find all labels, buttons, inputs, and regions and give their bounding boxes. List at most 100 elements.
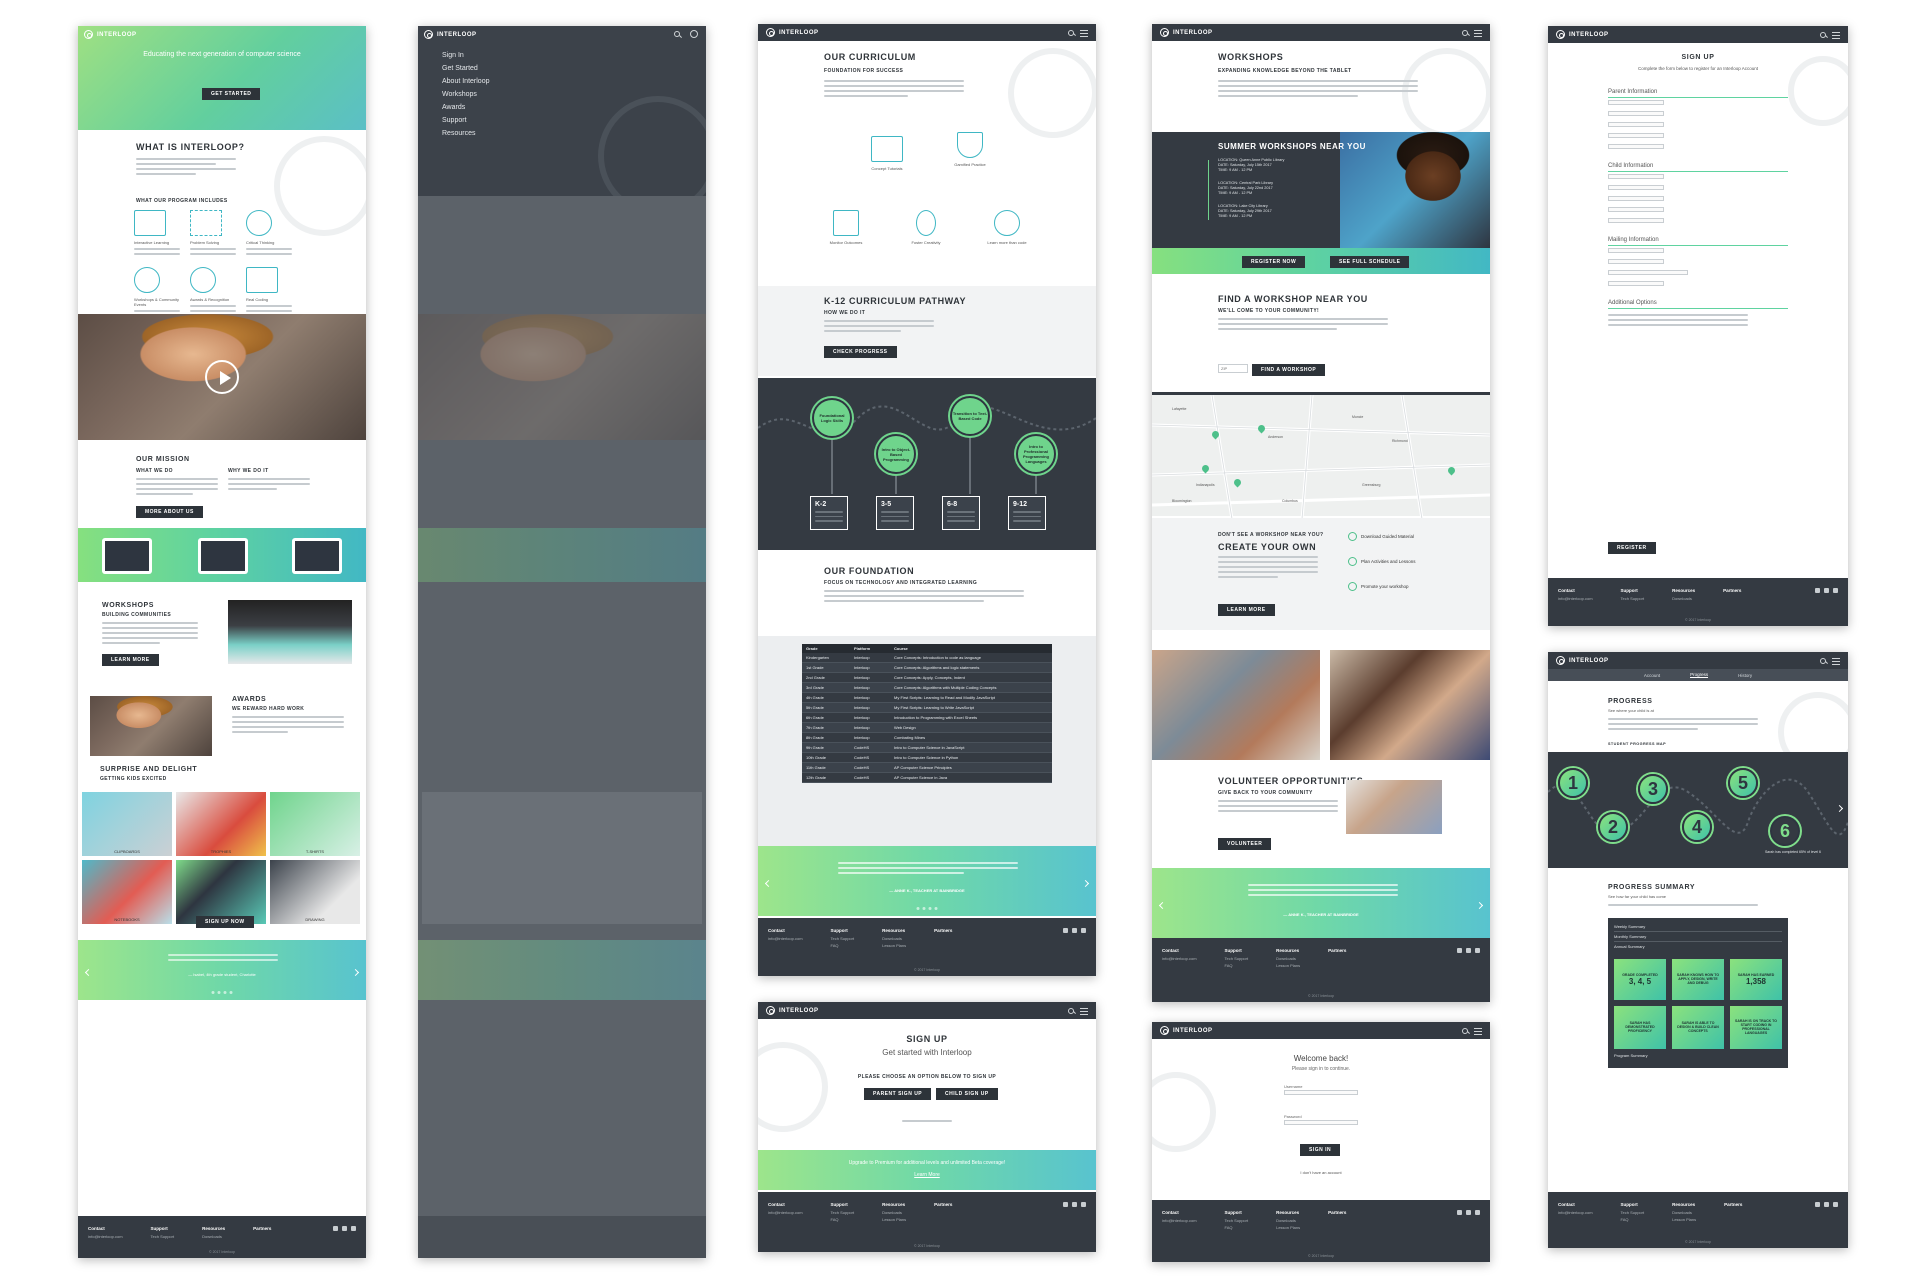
search-icon[interactable] — [1462, 29, 1468, 36]
full-schedule-button[interactable]: SEE FULL SCHEDULE — [1330, 256, 1410, 268]
site-logo[interactable]: INTERLOOP — [424, 30, 477, 39]
event-item[interactable]: LOCATION: Central Park Library DATE: Satu… — [1218, 181, 1284, 196]
prev-arrow-icon[interactable] — [764, 879, 773, 888]
facebook-icon[interactable] — [1815, 588, 1820, 593]
site-logo[interactable]: INTERLOOP — [766, 28, 819, 37]
menu-item-resources[interactable]: Resources — [442, 130, 489, 137]
site-logo[interactable]: INTERLOOP — [1556, 30, 1609, 39]
menu-item-sign-in[interactable]: Sign In — [442, 52, 489, 59]
pathway-node[interactable]: Foundational Logic Skills — [812, 398, 852, 438]
premium-link[interactable]: Learn More — [758, 1172, 1096, 1178]
menu-item-support[interactable]: Support — [442, 117, 489, 124]
site-logo[interactable]: INTERLOOP — [84, 30, 137, 39]
search-icon[interactable] — [1820, 31, 1826, 38]
tab-account[interactable]: Account — [1644, 673, 1660, 678]
form-field[interactable] — [1608, 144, 1664, 149]
panel-program[interactable]: Program Summary — [1614, 1049, 1782, 1058]
form-field[interactable] — [1608, 111, 1664, 116]
instagram-icon[interactable] — [1824, 588, 1829, 593]
menu-icon[interactable] — [1474, 1027, 1482, 1035]
check-progress-button[interactable]: CHECK PROGRESS — [824, 346, 897, 358]
site-logo[interactable]: INTERLOOP — [1160, 28, 1213, 37]
search-icon[interactable] — [1462, 1027, 1468, 1034]
parent-signup-button[interactable]: PARENT SIGN UP — [864, 1088, 932, 1100]
menu-item-workshops[interactable]: Workshops — [442, 91, 489, 98]
volunteer-button[interactable]: VOLUNTEER — [1218, 838, 1272, 850]
options-list[interactable] — [1608, 314, 1748, 326]
twitter-icon[interactable] — [1475, 1210, 1480, 1215]
child-signup-button[interactable]: CHILD SIGN UP — [936, 1088, 998, 1100]
form-field[interactable] — [1608, 207, 1664, 212]
create-learn-button[interactable]: LEARN MORE — [1218, 604, 1275, 616]
twitter-icon[interactable] — [1833, 588, 1838, 593]
facebook-icon[interactable] — [333, 1226, 338, 1231]
progress-step[interactable]: 5 — [1728, 768, 1758, 798]
progress-step[interactable]: 3 — [1638, 774, 1668, 804]
register-button[interactable]: REGISTER — [1608, 542, 1656, 554]
prev-arrow-icon[interactable] — [1158, 901, 1167, 910]
form-field[interactable] — [1608, 259, 1664, 264]
tab-history[interactable]: History — [1738, 673, 1752, 678]
sign-up-now-button[interactable]: SIGN UP NOW — [196, 916, 254, 928]
intro-video[interactable] — [78, 314, 366, 440]
menu-icon[interactable] — [1080, 29, 1088, 37]
play-icon[interactable] — [205, 360, 239, 394]
form-field[interactable] — [1608, 100, 1664, 105]
password-field[interactable] — [1284, 1120, 1358, 1125]
form-field[interactable] — [1608, 185, 1664, 190]
panel-monthly[interactable]: Monthly Summary — [1614, 932, 1782, 942]
carousel-dots[interactable] — [211, 991, 233, 994]
register-now-button[interactable]: REGISTER NOW — [1242, 256, 1306, 268]
menu-icon[interactable] — [1832, 657, 1840, 665]
zip-input[interactable] — [1218, 364, 1248, 373]
more-about-button[interactable]: MORE ABOUT US — [136, 506, 203, 518]
form-field[interactable] — [1608, 281, 1664, 286]
instagram-icon[interactable] — [1072, 928, 1077, 933]
next-arrow-icon[interactable] — [1475, 901, 1484, 910]
pathway-node[interactable]: Intro to Object-Based Programming — [876, 434, 916, 474]
form-field[interactable] — [1608, 218, 1664, 223]
facebook-icon[interactable] — [1063, 1202, 1068, 1207]
facebook-icon[interactable] — [1063, 928, 1068, 933]
sign-in-button[interactable]: SIGN IN — [1300, 1144, 1341, 1156]
pathway-node[interactable]: Intro to Professional Programming Langua… — [1016, 434, 1056, 474]
twitter-icon[interactable] — [1081, 928, 1086, 933]
search-icon[interactable] — [674, 31, 680, 37]
username-field[interactable] — [1284, 1090, 1358, 1095]
site-logo[interactable]: INTERLOOP — [1556, 656, 1609, 665]
menu-icon[interactable] — [1474, 29, 1482, 37]
panel-annual[interactable]: Annual Summary — [1614, 942, 1782, 951]
form-field[interactable] — [1608, 248, 1664, 253]
carousel-dots[interactable] — [916, 907, 938, 910]
find-workshop-button[interactable]: FIND A WORKSHOP — [1252, 364, 1326, 376]
form-field[interactable] — [1608, 270, 1688, 275]
instagram-icon[interactable] — [1072, 1202, 1077, 1207]
search-icon[interactable] — [1820, 657, 1826, 664]
get-started-button[interactable]: GET STARTED — [202, 88, 261, 100]
tab-progress[interactable]: Progress — [1690, 672, 1709, 678]
menu-icon[interactable] — [1080, 1007, 1088, 1015]
form-field[interactable] — [1608, 122, 1664, 127]
twitter-icon[interactable] — [351, 1226, 356, 1231]
site-logo[interactable]: INTERLOOP — [766, 1006, 819, 1015]
workshops-learn-button[interactable]: LEARN MORE — [102, 654, 159, 666]
no-account-link[interactable]: I don't have an account — [1152, 1170, 1490, 1175]
instagram-icon[interactable] — [1466, 1210, 1471, 1215]
close-icon[interactable] — [690, 30, 698, 38]
instagram-icon[interactable] — [1466, 948, 1471, 953]
progress-step[interactable]: 4 — [1682, 812, 1712, 842]
site-logo[interactable]: INTERLOOP — [1160, 1026, 1213, 1035]
facebook-icon[interactable] — [1457, 948, 1462, 953]
menu-icon[interactable] — [1832, 31, 1840, 39]
twitter-icon[interactable] — [1475, 948, 1480, 953]
progress-step-current[interactable]: 6 — [1770, 816, 1800, 846]
workshop-map[interactable]: Indianapolis Anderson Richmond Lafayette… — [1152, 392, 1490, 519]
event-item[interactable]: LOCATION: Queen Anne Public Library DATE:… — [1218, 158, 1284, 173]
twitter-icon[interactable] — [1081, 1202, 1086, 1207]
facebook-icon[interactable] — [1457, 1210, 1462, 1215]
twitter-icon[interactable] — [1833, 1202, 1838, 1207]
pathway-node[interactable]: Transition to Text-Based Code — [950, 396, 990, 436]
form-field[interactable] — [1608, 196, 1664, 201]
instagram-icon[interactable] — [1824, 1202, 1829, 1207]
event-item[interactable]: LOCATION: Lake City Library DATE: Saturda… — [1218, 204, 1284, 219]
